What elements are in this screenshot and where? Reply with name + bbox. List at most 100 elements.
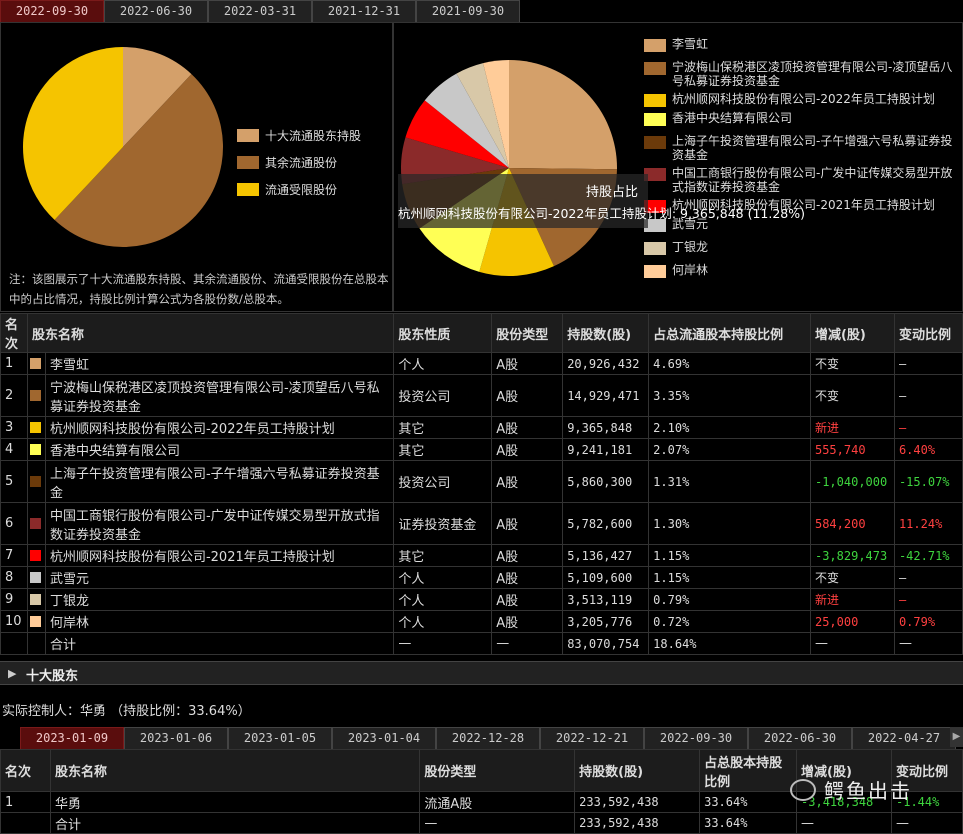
col-pct: 占总流通股本持股比例: [648, 313, 811, 353]
tab-2022-12-21[interactable]: 2022-12-21: [540, 727, 644, 749]
tab-2022-09-30[interactable]: 2022-09-30: [644, 727, 748, 749]
chart-note: 注：该图展示了十大流通股东持股、其余流通股份、流通受限股份在总股本中的占比情况，…: [9, 272, 389, 306]
pct-cell: 1.15%: [648, 566, 811, 589]
holder-name-cell: 丁银龙: [44, 588, 395, 611]
shares-cell: 9,241,181: [562, 438, 650, 461]
legend-item: 中国工商银行股份有限公司-广发中证传媒交易型开放式指数证券投资基金: [644, 166, 963, 194]
tab-2022-12-28[interactable]: 2022-12-28: [436, 727, 540, 749]
holder-name-cell: 杭州顺网科技股份有限公司-2022年员工持股计划: [44, 416, 395, 439]
table-row[interactable]: 8 武雪元 个人 A股 5,109,600 1.15% 不变 —: [0, 566, 963, 589]
color-swatch-cell: [26, 610, 46, 633]
table-row[interactable]: 10 何岸林 个人 A股 3,205,776 0.72% 25,000 0.79%: [0, 610, 963, 633]
type-cell: A股: [491, 588, 564, 611]
tab-2023-01-06[interactable]: 2023-01-06: [124, 727, 228, 749]
table-row[interactable]: 4 香港中央结算有限公司 其它 A股 9,241,181 2.07% 555,740 6.40…: [0, 438, 963, 461]
change-cell: 不变: [809, 374, 895, 417]
change-pct-cell: —: [893, 588, 963, 611]
color-swatch: [29, 518, 41, 529]
color-swatch-cell: [26, 544, 46, 567]
legend-label: 李雪虹: [672, 37, 709, 51]
tab-2023-01-05[interactable]: 2023-01-05: [228, 727, 332, 749]
chart-tooltip: 持股占比 杭州顺网科技股份有限公司-2022年员工持股计划: 9,365,848…: [398, 174, 805, 228]
pie-slice[interactable]: [509, 60, 617, 170]
legend-label: 香港中央结算有限公司: [672, 111, 793, 125]
change-pct-cell: 6.40%: [893, 438, 963, 461]
change-cell: 555,740: [809, 438, 895, 461]
expand-arrow-icon[interactable]: ▶: [8, 667, 16, 680]
rank-cell: 6: [0, 502, 28, 545]
change-pct-cell: 0.79%: [893, 610, 963, 633]
type-cell: A股: [491, 438, 564, 461]
tab-2022-06-30[interactable]: 2022-06-30: [104, 0, 208, 22]
rank-cell: 1: [0, 352, 28, 375]
tab-2021-12-31[interactable]: 2021-12-31: [312, 0, 416, 22]
table-row[interactable]: 9 丁银龙 个人 A股 3,513,119 0.79% 新进 —: [0, 588, 963, 611]
table-row[interactable]: 5 上海子午投资管理有限公司-子午增强六号私募证券投资基金 投资公司 A股 5,860,…: [0, 460, 963, 503]
col-change: 增减(股): [809, 313, 895, 353]
rank-cell: 8: [0, 566, 28, 589]
legend-item: 杭州顺网科技股份有限公司-2022年员工持股计划: [644, 92, 963, 107]
tab-2023-01-09[interactable]: 2023-01-09: [20, 727, 124, 749]
tab-2022-06-30[interactable]: 2022-06-30: [748, 727, 852, 749]
change-pct-cell: —: [893, 632, 963, 655]
legend-label: 上海子午投资管理有限公司-子午增强六号私募证券投资基金: [672, 134, 953, 162]
tooltip-title: 持股占比: [586, 185, 639, 200]
holders-pie-chart: [401, 60, 617, 276]
holders-chart-panel: 李雪虹 宁波梅山保税港区凌顶投资管理有限公司-凌顶望岳八号私募证券投资基金 杭州顺网…: [393, 22, 963, 312]
type-cell: A股: [491, 416, 564, 439]
total-label: 合计: [44, 632, 395, 655]
tab-2021-09-30[interactable]: 2021-09-30: [416, 0, 520, 22]
tab-2022-04-27[interactable]: 2022-04-27: [852, 727, 956, 749]
table-row[interactable]: 1 李雪虹 个人 A股 20,926,432 4.69% 不变 —: [0, 352, 963, 375]
type-cell: A股: [491, 374, 564, 417]
tab-2022-09-30[interactable]: 2022-09-30: [0, 0, 104, 22]
holder-name-cell: 华勇: [49, 791, 421, 813]
rank-cell: 4: [0, 438, 28, 461]
pct-cell: 33.64%: [699, 791, 798, 813]
pct-cell: 18.64%: [648, 632, 811, 655]
pct-cell: 1.15%: [648, 544, 811, 567]
section-top-holders-bar[interactable]: ▶ 十大股东: [0, 661, 963, 685]
shares-cell: 20,926,432: [562, 352, 650, 375]
rank-cell: 2: [0, 374, 28, 417]
color-swatch: [29, 550, 41, 561]
tab-2022-03-31[interactable]: 2022-03-31: [208, 0, 312, 22]
table-row[interactable]: 2 宁波梅山保税港区凌顶投资管理有限公司-凌顶望岳八号私募证券投资基金 投资公司 A股…: [0, 374, 963, 417]
change-cell: 不变: [809, 566, 895, 589]
nature-cell: 个人: [393, 352, 493, 375]
rank-cell: 3: [0, 416, 28, 439]
nature-cell: 其它: [393, 544, 493, 567]
col-nature: 股东性质: [393, 313, 493, 353]
tab-scroll-right-icon[interactable]: ▶: [950, 727, 963, 747]
change-cell: 25,000: [809, 610, 895, 633]
table-row[interactable]: 6 中国工商银行股份有限公司-广发中证传媒交易型开放式指数证券投资基金 证券投资基金…: [0, 502, 963, 545]
shares-cell: 5,109,600: [562, 566, 650, 589]
legend-label: 何岸林: [672, 263, 709, 277]
watermark-text: 鳄鱼出击: [824, 779, 912, 803]
color-swatch: [29, 476, 41, 487]
legend-swatch: [644, 113, 666, 126]
legend-swatch: [644, 94, 666, 107]
watermark: 鳄鱼出击: [790, 775, 912, 804]
color-swatch-cell: [26, 438, 46, 461]
rank-cell: [0, 812, 51, 834]
col-shares: 持股数(股): [562, 313, 650, 353]
type-cell: —: [419, 812, 576, 834]
type-cell: A股: [491, 610, 564, 633]
legend-swatch: [644, 39, 666, 52]
table-row[interactable]: 3 杭州顺网科技股份有限公司-2022年员工持股计划 其它 A股 9,365,848 2.…: [0, 416, 963, 439]
tab-2023-01-04[interactable]: 2023-01-04: [332, 727, 436, 749]
rank-cell: 9: [0, 588, 28, 611]
table-row[interactable]: 7 杭州顺网科技股份有限公司-2021年员工持股计划 其它 A股 5,136,427 1.…: [0, 544, 963, 567]
color-swatch: [29, 572, 41, 583]
type-cell: A股: [491, 460, 564, 503]
total-row: 合计 —233,592,438 33.64% — —: [0, 812, 963, 834]
change-cell: 新进: [809, 588, 895, 611]
pct-cell: 2.10%: [648, 416, 811, 439]
rank-cell: 7: [0, 544, 28, 567]
color-swatch: [29, 616, 41, 627]
legend-label: 流通受限股份: [265, 183, 338, 197]
pct-cell: 2.07%: [648, 438, 811, 461]
legend-swatch: [237, 156, 259, 169]
nature-cell: 个人: [393, 610, 493, 633]
